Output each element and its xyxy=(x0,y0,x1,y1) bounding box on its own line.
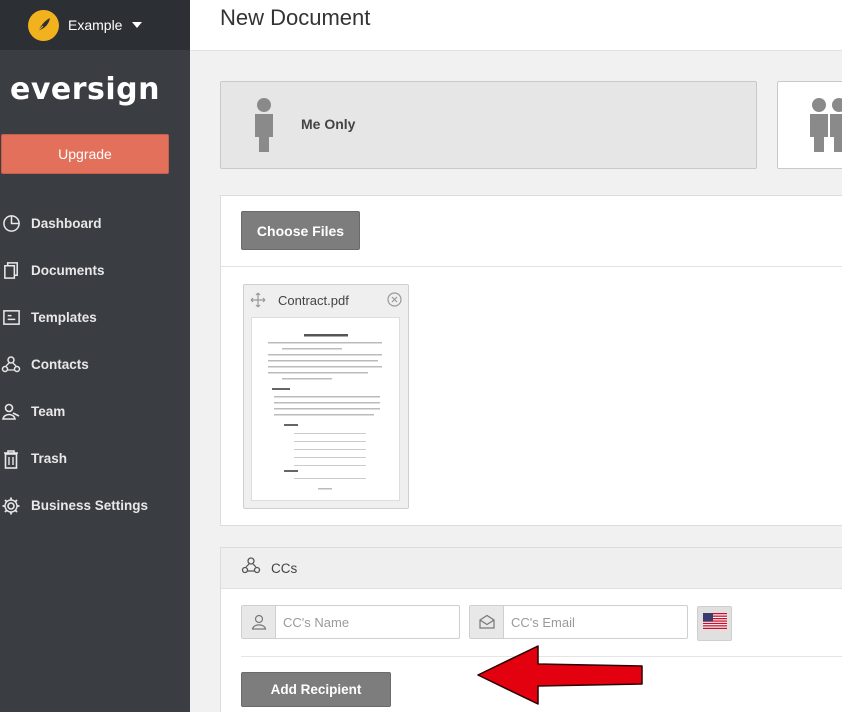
me-only-label: Me Only xyxy=(301,116,356,132)
team-icon xyxy=(1,402,21,422)
sidebar-item-templates[interactable]: Templates xyxy=(0,294,190,341)
add-recipient-button[interactable]: Add Recipient xyxy=(241,672,391,707)
cc-header: CCs xyxy=(221,548,842,589)
sidebar-item-trash[interactable]: Trash xyxy=(0,435,190,482)
cc-name-field xyxy=(241,605,460,639)
brand-logo: eversign xyxy=(0,72,170,107)
pie-chart-icon xyxy=(1,214,21,234)
sidebar-nav: Dashboard Documents Templates Contacts T… xyxy=(0,200,190,529)
templates-icon xyxy=(1,308,21,328)
me-only-option[interactable]: Me Only xyxy=(220,81,757,169)
sidebar-item-label: Team xyxy=(31,404,66,419)
sidebar-item-documents[interactable]: Documents xyxy=(0,247,190,294)
cc-email-input[interactable] xyxy=(504,606,687,638)
sidebar-item-label: Trash xyxy=(31,451,68,466)
sidebar-item-label: Documents xyxy=(31,263,105,278)
me-and-others-option[interactable] xyxy=(777,81,842,169)
upgrade-button[interactable]: Upgrade xyxy=(1,134,169,174)
cc-name-input[interactable] xyxy=(276,606,459,638)
close-icon[interactable] xyxy=(387,292,402,312)
sidebar-item-label: Contacts xyxy=(31,357,89,372)
page-title: New Document xyxy=(220,5,371,30)
file-name: Contract.pdf xyxy=(278,293,349,308)
document-thumbnail xyxy=(251,317,400,501)
sidebar-item-team[interactable]: Team xyxy=(0,388,190,435)
contacts-icon xyxy=(241,556,261,581)
move-icon[interactable] xyxy=(250,292,266,313)
documents-icon xyxy=(1,261,21,281)
brand-name: eversign xyxy=(9,72,160,107)
sidebar: Example eversign Upgrade Dashboard Docum… xyxy=(0,0,190,712)
contacts-icon xyxy=(1,355,21,375)
language-flag-button[interactable] xyxy=(697,606,732,641)
account-name: Example xyxy=(68,17,123,33)
account-switcher[interactable]: Example xyxy=(0,0,190,50)
people-icon xyxy=(809,97,842,158)
page-header: New Document xyxy=(190,0,842,51)
file-card[interactable]: Contract.pdf xyxy=(243,284,409,509)
divider xyxy=(221,266,842,267)
chevron-down-icon xyxy=(132,22,143,28)
cc-email-field xyxy=(469,605,688,639)
sidebar-item-label: Business Settings xyxy=(31,498,149,513)
annotation-arrow-icon xyxy=(470,640,650,712)
choose-files-button[interactable]: Choose Files xyxy=(241,211,360,250)
gear-icon xyxy=(1,496,21,516)
us-flag-icon xyxy=(702,613,727,634)
person-icon xyxy=(253,97,275,158)
files-panel: Choose Files Contract.pdf xyxy=(220,195,842,526)
sidebar-item-label: Dashboard xyxy=(31,216,102,231)
envelope-icon xyxy=(470,606,504,638)
sidebar-item-contacts[interactable]: Contacts xyxy=(0,341,190,388)
trash-icon xyxy=(1,449,21,469)
user-icon xyxy=(242,606,276,638)
sidebar-item-business-settings[interactable]: Business Settings xyxy=(0,482,190,529)
sidebar-item-label: Templates xyxy=(31,310,97,325)
quill-icon xyxy=(28,9,59,41)
sidebar-item-dashboard[interactable]: Dashboard xyxy=(0,200,190,247)
cc-header-label: CCs xyxy=(271,560,298,576)
